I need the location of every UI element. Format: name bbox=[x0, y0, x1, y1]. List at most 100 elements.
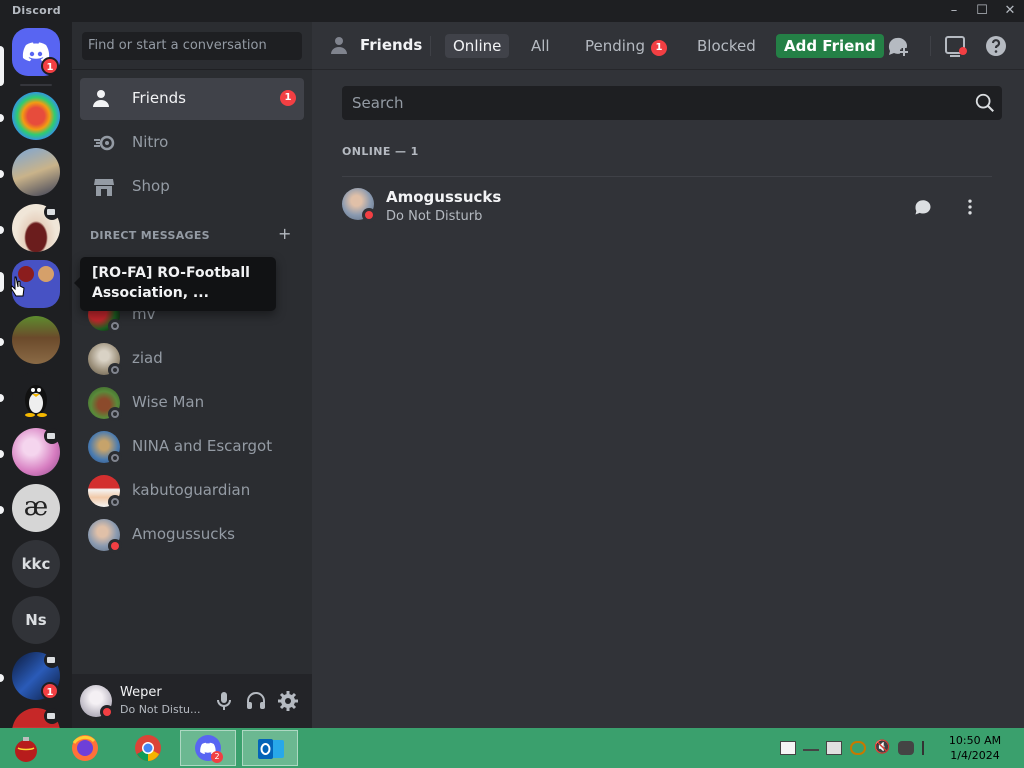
create-dm-plus-icon[interactable]: + bbox=[278, 224, 291, 243]
home-button[interactable]: 1 bbox=[12, 28, 60, 76]
online-count-header: ONLINE — 1 bbox=[342, 145, 419, 158]
server-rail: 1 æ kkc Ns 1 bbox=[0, 22, 72, 728]
kebab-menu-icon bbox=[968, 199, 972, 215]
server-icon-1[interactable] bbox=[12, 92, 60, 140]
server-tooltip: [RO-FA] RO-Football Association, ... bbox=[74, 257, 276, 311]
tray-flag-icon[interactable] bbox=[922, 741, 938, 755]
server-icon-8[interactable]: æ bbox=[12, 484, 60, 532]
tab-all[interactable]: All bbox=[523, 34, 558, 58]
friend-name: Amogussucks bbox=[386, 188, 502, 206]
message-button[interactable] bbox=[905, 189, 941, 225]
tab-pending[interactable]: Pending 1 bbox=[577, 34, 675, 58]
tray-network-icon[interactable] bbox=[780, 741, 796, 755]
outlook-icon bbox=[258, 739, 284, 759]
headphones-icon[interactable] bbox=[244, 689, 268, 713]
tab-blocked[interactable]: Blocked bbox=[689, 34, 764, 58]
status-offline-icon bbox=[108, 319, 122, 333]
mouse-cursor-icon bbox=[10, 276, 25, 297]
server-icon-5[interactable] bbox=[12, 316, 60, 364]
user-status: Do Not Distu... bbox=[120, 703, 201, 716]
tray-discord-icon[interactable] bbox=[898, 741, 914, 755]
hover-pill bbox=[0, 272, 4, 292]
taskbar-firefox[interactable] bbox=[58, 730, 114, 766]
microphone-icon[interactable] bbox=[212, 689, 236, 713]
taskbar-chrome[interactable] bbox=[120, 730, 176, 766]
christmas-ornament-icon bbox=[15, 737, 37, 762]
status-dnd-icon bbox=[362, 208, 376, 222]
dm-item-kabutoguardian[interactable]: kabutoguardian bbox=[80, 470, 304, 512]
status-offline-icon bbox=[108, 363, 122, 377]
taskbar-clock[interactable]: 10:50 AM 1/4/2024 bbox=[944, 733, 1006, 763]
add-friend-button[interactable]: Add Friend bbox=[776, 34, 884, 58]
dm-label: NINA and Escargot bbox=[132, 437, 273, 455]
dm-label: ziad bbox=[132, 349, 163, 367]
divider bbox=[342, 176, 992, 177]
friends-header-bar: Friends Online All Pending 1 Blocked Add … bbox=[312, 22, 1024, 70]
active-pill bbox=[0, 46, 4, 86]
shop-icon bbox=[94, 179, 114, 196]
pending-badge: 1 bbox=[650, 40, 667, 56]
server-icon-6[interactable] bbox=[12, 372, 60, 420]
tray-search-icon[interactable] bbox=[850, 741, 866, 755]
tray-monitor-icon[interactable] bbox=[826, 741, 842, 755]
header-title: Friends bbox=[360, 36, 423, 54]
friend-status: Do Not Disturb bbox=[386, 209, 483, 224]
nav-shop-label: Shop bbox=[132, 177, 170, 195]
clock-date: 1/4/2024 bbox=[950, 749, 1000, 762]
firefox-icon bbox=[72, 735, 98, 761]
friends-badge: 1 bbox=[280, 90, 296, 106]
dm-item-nina-and-escargot[interactable]: NINA and Escargot bbox=[80, 426, 304, 468]
help-icon[interactable] bbox=[984, 34, 1008, 58]
tab-online[interactable]: Online bbox=[445, 34, 510, 58]
discord-taskbar-badge: 2 bbox=[211, 751, 223, 763]
unread-pill bbox=[0, 114, 4, 122]
title-bar: Discord – ☐ ✕ bbox=[0, 0, 1024, 22]
maximize-button[interactable]: ☐ bbox=[968, 0, 996, 22]
dm-item-amogussucks[interactable]: Amogussucks bbox=[80, 514, 304, 556]
inbox-icon[interactable] bbox=[944, 34, 968, 58]
unread-pill bbox=[0, 394, 4, 402]
status-dnd-icon bbox=[108, 539, 122, 553]
username: Weper bbox=[120, 685, 162, 700]
chrome-icon bbox=[135, 735, 161, 761]
main-content: Friends Online All Pending 1 Blocked Add … bbox=[312, 22, 1024, 728]
more-options-button[interactable] bbox=[952, 189, 988, 225]
tab-pending-label: Pending bbox=[585, 37, 645, 55]
server-8-text: æ bbox=[23, 492, 49, 522]
video-icon bbox=[44, 428, 60, 444]
dm-item-wise-man[interactable]: Wise Man bbox=[80, 382, 304, 424]
speaker-icon bbox=[44, 708, 60, 724]
nav-friends[interactable]: Friends 1 bbox=[80, 78, 304, 120]
nav-nitro[interactable]: Nitro bbox=[80, 122, 304, 164]
unread-pill bbox=[0, 506, 4, 514]
status-offline-icon bbox=[108, 451, 122, 465]
new-group-dm-icon[interactable] bbox=[886, 34, 910, 58]
dm-item-ziad[interactable]: ziad bbox=[80, 338, 304, 380]
server-icon-10[interactable]: Ns bbox=[12, 596, 60, 644]
user-panel: Weper Do Not Distu... bbox=[72, 674, 312, 728]
nav-friends-label: Friends bbox=[132, 89, 186, 107]
windows-taskbar: 2 🔇 10:50 AM 1/4/2024 bbox=[0, 728, 1024, 768]
unread-pill bbox=[0, 450, 4, 458]
tray-volume-muted-icon[interactable]: 🔇 bbox=[874, 741, 890, 755]
home-badge: 1 bbox=[41, 57, 59, 75]
server-badge: 1 bbox=[41, 682, 59, 700]
nav-shop[interactable]: Shop bbox=[80, 166, 304, 208]
minimize-button[interactable]: – bbox=[940, 0, 968, 22]
app-title: Discord bbox=[12, 4, 61, 17]
friend-row[interactable]: Amogussucks Do Not Disturb bbox=[332, 179, 1002, 241]
nav-nitro-label: Nitro bbox=[132, 133, 169, 151]
status-offline-icon bbox=[108, 495, 122, 509]
close-button[interactable]: ✕ bbox=[996, 0, 1024, 22]
taskbar-discord[interactable]: 2 bbox=[180, 730, 236, 766]
divider bbox=[930, 36, 931, 56]
taskbar-ornament[interactable] bbox=[0, 730, 56, 766]
server-icon-2[interactable] bbox=[12, 148, 60, 196]
server-icon-9[interactable]: kkc bbox=[12, 540, 60, 588]
search-input[interactable] bbox=[342, 86, 962, 120]
taskbar-outlook[interactable] bbox=[242, 730, 298, 766]
settings-gear-icon[interactable] bbox=[276, 689, 300, 713]
find-conversation-button[interactable]: Find or start a conversation bbox=[82, 32, 302, 60]
tray-keyboard-icon[interactable] bbox=[803, 743, 819, 751]
unread-pill bbox=[0, 170, 4, 178]
